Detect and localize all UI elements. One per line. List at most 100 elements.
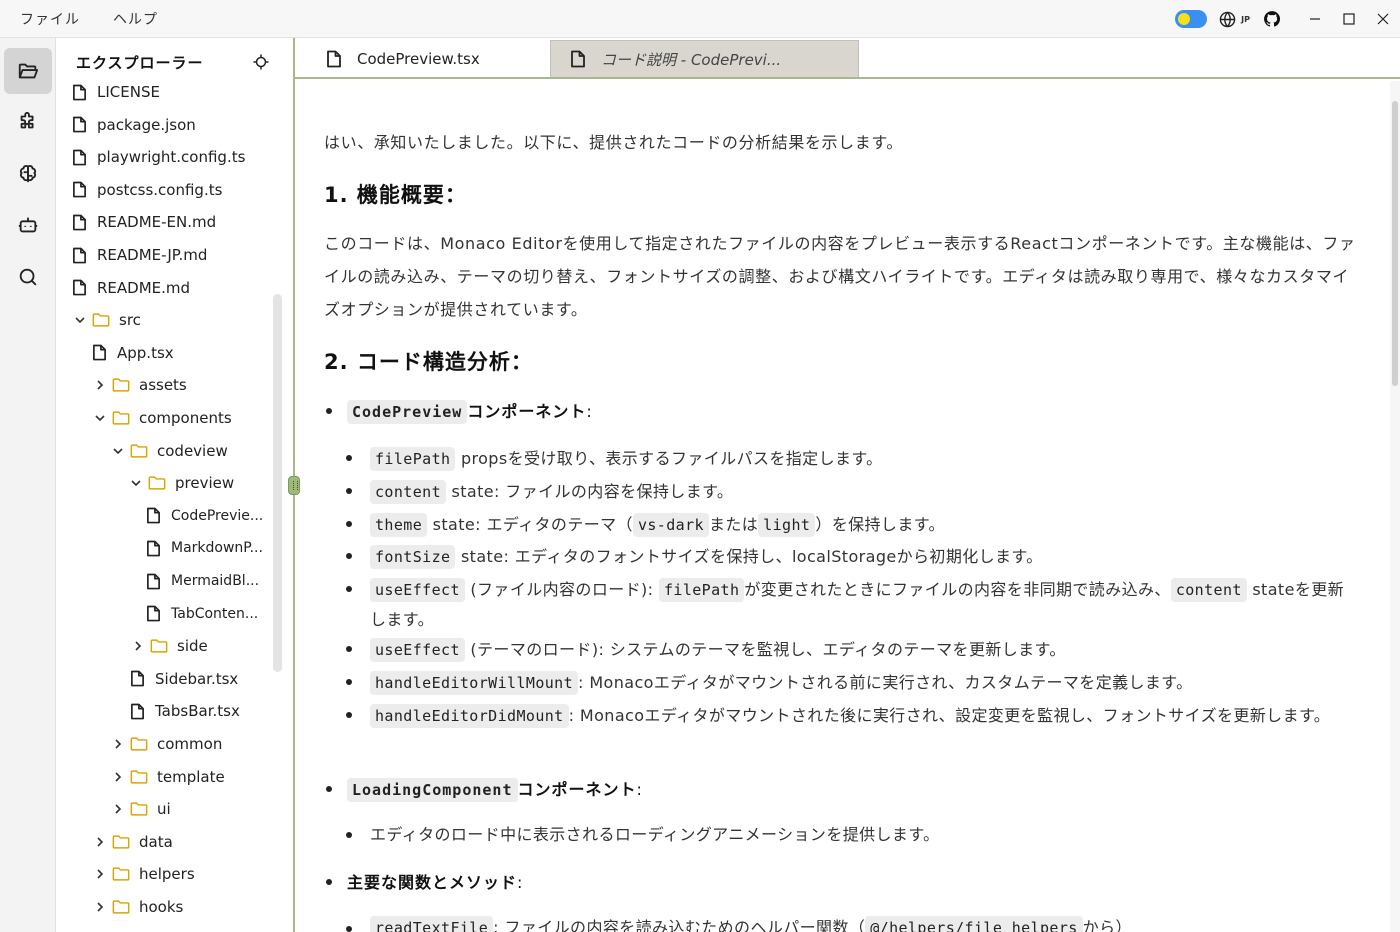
tree-file-tabsbar-tsx[interactable]: TabsBar.tsx	[128, 696, 240, 726]
tree-folder-common[interactable]: common	[110, 729, 222, 759]
list-item-text: state: ファイルの内容を保持します。	[446, 482, 734, 501]
tree-item-label: postcss.config.ts	[97, 180, 223, 199]
folder-icon	[112, 833, 130, 851]
tree-folder-helpers[interactable]: helpers	[92, 859, 195, 889]
menu-file[interactable]: ファイル	[20, 0, 80, 38]
tree-file-readme-jp-md[interactable]: README-JP.md	[70, 240, 207, 270]
folder-open-icon	[18, 63, 39, 79]
tree-file-package-json[interactable]: package.json	[70, 110, 196, 140]
tree-file-codeprevie[interactable]: CodePrevie...	[144, 501, 263, 531]
chevron-right-icon[interactable]	[110, 769, 126, 785]
list-item-filepath: filePath propsを受け取り、表示するファイルパスを指定します。	[370, 446, 883, 472]
file-icon	[70, 213, 88, 231]
list-item-useeffect-file: useEffect (ファイル内容のロード): filePath が変更されたとき…	[370, 575, 1360, 634]
tree-file-sidebar-tsx[interactable]: Sidebar.tsx	[128, 664, 238, 694]
list-item-codepreview: CodePreview コンポーネント:	[347, 399, 593, 425]
chevron-down-icon[interactable]	[72, 312, 88, 328]
tree-item-label: hooks	[139, 898, 184, 916]
inline-code: light	[758, 513, 816, 537]
extensions-activity-button[interactable]	[4, 99, 52, 145]
tree-item-label: README.md	[97, 278, 191, 297]
tab-label: コード説明 - CodePrevi...	[601, 50, 782, 69]
tab-codepreview[interactable]: CodePreview.tsx	[325, 40, 575, 77]
tree-folder-side[interactable]: side	[130, 631, 208, 661]
chevron-down-icon[interactable]	[92, 410, 108, 426]
tree-file-playwright-config-ts[interactable]: playwright.config.ts	[70, 142, 245, 172]
bullet	[346, 926, 352, 932]
file-icon	[70, 83, 88, 101]
theme-toggle-knob	[1178, 13, 1191, 25]
chevron-right-icon[interactable]	[110, 801, 126, 817]
bullet	[346, 586, 352, 592]
chevron-right-icon[interactable]	[92, 377, 108, 393]
folder-icon	[112, 898, 130, 916]
tree-folder-src[interactable]: src	[72, 305, 141, 335]
bot-activity-button[interactable]	[4, 202, 52, 248]
chevron-down-icon[interactable]	[128, 475, 144, 491]
tree-folder-preview[interactable]: preview	[128, 468, 234, 498]
chevron-right-icon[interactable]	[92, 899, 108, 915]
file-icon	[144, 572, 162, 590]
chevron-right-icon[interactable]	[92, 834, 108, 850]
inline-code: content	[1170, 578, 1247, 602]
list-item-loading: LoadingComponent コンポーネント:	[347, 777, 643, 803]
document-scrollbar[interactable]	[1390, 81, 1400, 932]
list-item-loading-desc: エディタのロード中に表示されるローディングアニメーションを提供します。	[370, 825, 940, 844]
tab-code-explanation[interactable]: コード説明 - CodePrevi...	[550, 40, 859, 77]
language-label[interactable]: JP	[1241, 15, 1250, 24]
list-item-text: 主要な関数とメソッド	[347, 873, 518, 892]
title-bar: ファイル ヘルプ JP	[0, 0, 1400, 38]
tree-folder-ui[interactable]: ui	[110, 794, 171, 824]
inline-code: content	[370, 480, 447, 504]
locate-icon[interactable]	[250, 51, 272, 73]
explorer-scrollbar[interactable]	[273, 294, 282, 672]
tree-folder-assets[interactable]: assets	[92, 370, 187, 400]
list-item-colon: :	[636, 780, 643, 799]
minimize-button[interactable]	[1298, 0, 1332, 38]
folder-icon	[130, 735, 148, 753]
chevron-right-icon[interactable]	[110, 736, 126, 752]
scrollbar-thumb[interactable]	[1392, 101, 1398, 386]
bullet	[346, 455, 352, 461]
tree-file-readme-md[interactable]: README.md	[70, 273, 190, 303]
menu-help[interactable]: ヘルプ	[113, 0, 158, 38]
search-activity-button[interactable]	[4, 254, 52, 300]
list-item-text: コンポーネント	[517, 780, 637, 799]
chevron-right-icon[interactable]	[92, 866, 108, 882]
tree-file-app-tsx[interactable]: App.tsx	[90, 338, 174, 368]
tree-item-label: helpers	[139, 865, 195, 884]
theme-toggle[interactable]	[1175, 10, 1208, 28]
tree-folder-hooks[interactable]: hooks	[92, 892, 183, 922]
tree-folder-codeview[interactable]: codeview	[110, 436, 228, 466]
chevron-down-icon[interactable]	[110, 443, 126, 459]
tree-item-label: TabConten...	[171, 605, 259, 622]
tree-item-label: CodePrevie...	[171, 507, 264, 524]
globe-icon[interactable]	[1217, 9, 1237, 29]
tree-file-license[interactable]: LICENSE	[70, 77, 160, 107]
tree-item-label: README-EN.md	[97, 213, 217, 232]
tree-file-postcss-config-ts[interactable]: postcss.config.ts	[70, 175, 222, 205]
tree-folder-data[interactable]: data	[92, 827, 173, 857]
tree-item-label: components	[139, 409, 232, 427]
file-icon	[144, 507, 162, 525]
tree-folder-components[interactable]: components	[92, 403, 232, 433]
tree-folder-template[interactable]: template	[110, 762, 225, 792]
tree-file-readme-en-md[interactable]: README-EN.md	[70, 207, 216, 237]
tree-file-tabconten[interactable]: TabConten...	[144, 599, 258, 629]
inline-code: useEffect	[370, 578, 465, 602]
list-item-text: state: エディタのフォントサイズを保持し、localStorageから初期…	[455, 547, 1043, 566]
tree-file-mermaidbl[interactable]: MermaidBl...	[144, 566, 259, 596]
maximize-button[interactable]	[1332, 0, 1366, 38]
explorer-activity-button[interactable]	[4, 48, 52, 94]
close-button[interactable]	[1366, 0, 1400, 38]
tree-file-markdownp[interactable]: MarkdownP...	[144, 533, 263, 563]
bullet	[346, 521, 352, 527]
chevron-right-icon[interactable]	[130, 638, 146, 654]
tree-item-label: src	[119, 311, 141, 330]
tab-label: CodePreview.tsx	[357, 49, 480, 68]
github-icon[interactable]	[1262, 9, 1282, 29]
ai-activity-button[interactable]	[4, 151, 52, 197]
bullet	[326, 786, 332, 792]
inline-code: readTextFile	[370, 916, 494, 932]
list-item-text: から）	[1082, 918, 1132, 932]
